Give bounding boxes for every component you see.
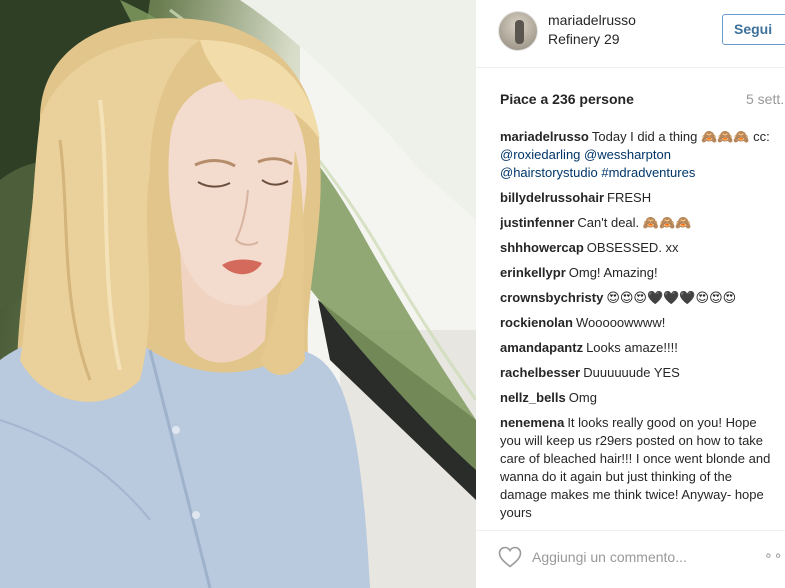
author-username[interactable]: mariadelrusso — [548, 12, 636, 28]
comment-text: OBSESSED. xx — [586, 240, 679, 255]
heart-icon[interactable] — [498, 546, 522, 568]
comment-text: FRESH — [607, 190, 652, 205]
comment-author[interactable]: rockienolan — [500, 315, 573, 330]
comment-item: amandapantz Looks amaze!!!! — [500, 339, 772, 357]
comment-author[interactable]: justinfenner — [500, 215, 574, 230]
comment-item: justinfenner Can't deal. 🙈🙈🙈 — [500, 214, 772, 232]
comment-mention-link[interactable]: #mdradventures — [601, 165, 695, 180]
comment-text: Wooooowwww! — [575, 315, 666, 330]
post-sidebar: mariadelrusso Refinery 29 Segui Piace a … — [476, 0, 785, 588]
avatar[interactable] — [498, 11, 538, 51]
follow-button[interactable]: Segui — [722, 14, 785, 45]
comment-text: Duuuuuude YES — [583, 365, 680, 380]
comment-author[interactable]: nellz_bells — [500, 390, 566, 405]
comment-text: Omg — [568, 390, 597, 405]
comment-mention-link[interactable]: @wessharpton — [584, 147, 671, 162]
comment-item: erinkellypr Omg! Amazing! — [500, 264, 772, 282]
comment-item: shhhowercap OBSESSED. xx — [500, 239, 772, 257]
comment-text: It looks really good on you! Hope you wi… — [500, 415, 771, 520]
post-photo[interactable] — [0, 0, 476, 588]
comment-text: Today I did a thing 🙈🙈🙈 cc: — [591, 129, 770, 144]
post-footer: ∘∘∘ — [476, 530, 785, 588]
comment-text: Looks amaze!!!! — [586, 340, 678, 355]
comment-text: 😍😍😍🖤🖤🖤😍😍😍 — [606, 290, 737, 305]
comment-item: rockienolan Wooooowwww! — [500, 314, 772, 332]
photo-illustration — [0, 0, 476, 588]
comment-author[interactable]: mariadelrusso — [500, 129, 589, 144]
likes-row: Piace a 236 persone 5 sett. — [500, 90, 785, 110]
comment-text: Omg! Amazing! — [568, 265, 658, 280]
comment-item: crownsbychristy 😍😍😍🖤🖤🖤😍😍😍 — [500, 289, 772, 307]
post-location[interactable]: Refinery 29 — [548, 31, 620, 47]
comment-item: nenemena It looks really good on you! Hop… — [500, 414, 772, 520]
comment-author[interactable]: crownsbychristy — [500, 290, 603, 305]
more-options-icon[interactable]: ∘∘∘ — [764, 547, 785, 564]
likes-count[interactable]: Piace a 236 persone — [500, 91, 634, 107]
comment-item: nellz_bells Omg — [500, 389, 772, 407]
comment-input[interactable] — [532, 544, 742, 570]
comments-list: mariadelrusso Today I did a thing 🙈🙈🙈 cc:… — [500, 128, 772, 520]
comment-item: mariadelrusso Today I did a thing 🙈🙈🙈 cc:… — [500, 128, 772, 182]
post-timestamp[interactable]: 5 sett. — [746, 91, 784, 107]
comment-author[interactable]: amandapantz — [500, 340, 583, 355]
comment-author[interactable]: billydelrussohair — [500, 190, 604, 205]
comment-author[interactable]: rachelbesser — [500, 365, 580, 380]
comment-item: billydelrussohair FRESH — [500, 189, 772, 207]
comment-item: rachelbesser Duuuuuude YES — [500, 364, 772, 382]
comment-author[interactable]: nenemena — [500, 415, 564, 430]
comment-author[interactable]: shhhowercap — [500, 240, 584, 255]
comment-mention-link[interactable]: @hairstorystudio — [500, 165, 598, 180]
post-header: mariadelrusso Refinery 29 Segui — [476, 0, 785, 68]
comment-text: Can't deal. 🙈🙈🙈 — [577, 215, 692, 230]
comment-mention-link[interactable]: @roxiedarling — [500, 147, 580, 162]
comment-author[interactable]: erinkellypr — [500, 265, 566, 280]
